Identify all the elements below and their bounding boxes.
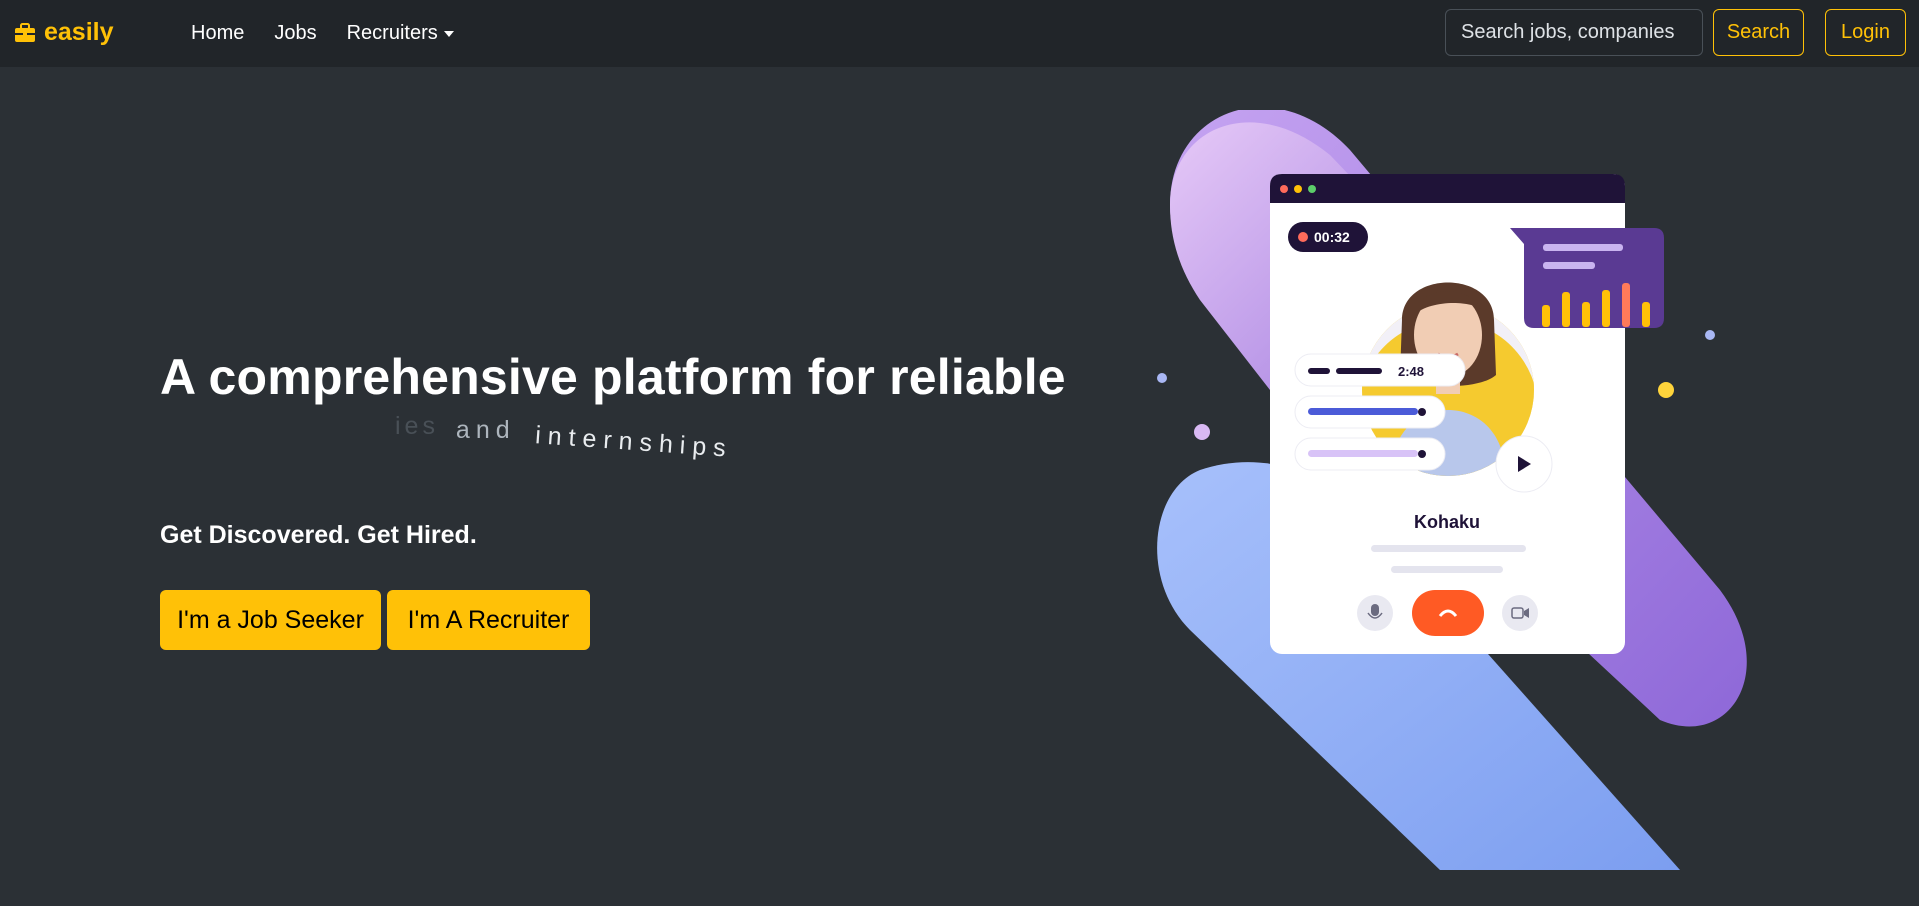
briefcase-icon bbox=[14, 22, 36, 43]
search-input[interactable] bbox=[1445, 9, 1703, 56]
animated-word: and bbox=[455, 416, 516, 444]
brand-logo[interactable]: easily bbox=[14, 18, 114, 47]
nav-link-home[interactable]: Home bbox=[191, 22, 244, 45]
job-seeker-button[interactable]: I'm a Job Seeker bbox=[160, 590, 381, 650]
hero-tagline: Get Discovered. Get Hired. bbox=[160, 521, 477, 549]
brand-name: easily bbox=[44, 18, 114, 46]
call-timer: 00:32 bbox=[1314, 229, 1350, 245]
recruiter-button[interactable]: I'm A Recruiter bbox=[387, 590, 590, 650]
hero-illustration: 00:32 2:48 Kohaku bbox=[1140, 107, 1780, 870]
video-call-illustration: 00:32 2:48 Kohaku bbox=[1157, 107, 1747, 870]
nav-link-recruiters-label: Recruiters bbox=[346, 22, 438, 44]
login-button[interactable]: Login bbox=[1825, 9, 1906, 56]
animated-word: ies bbox=[395, 412, 439, 440]
animated-word: internships bbox=[533, 421, 734, 463]
hero-title: A comprehensive platform for reliable bbox=[160, 349, 1066, 405]
search-button[interactable]: Search bbox=[1713, 9, 1804, 56]
caret-down-icon bbox=[443, 30, 454, 37]
nav-links: Home Jobs Recruiters bbox=[191, 0, 454, 67]
nav-link-jobs[interactable]: Jobs bbox=[274, 22, 316, 45]
nav-link-recruiters[interactable]: Recruiters bbox=[347, 22, 454, 45]
call-duration: 2:48 bbox=[1398, 364, 1424, 379]
animated-text: ies and internships bbox=[395, 412, 737, 463]
caller-name: Kohaku bbox=[1414, 512, 1480, 532]
navbar: easily Home Jobs Recruiters Search Login bbox=[0, 0, 1919, 67]
